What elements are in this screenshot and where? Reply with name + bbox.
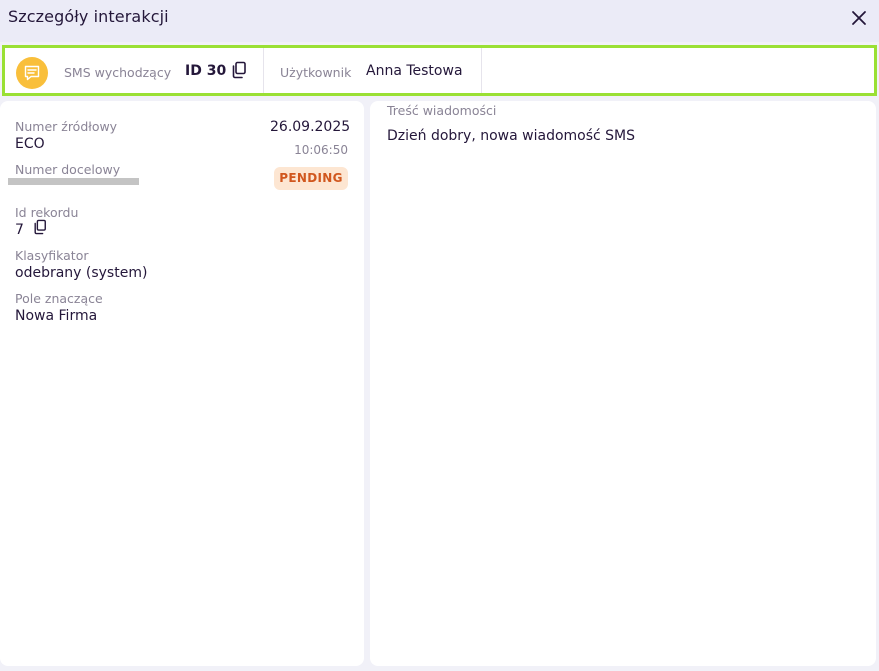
- details-panel: Numer źródłowy ECO Numer docelowy 26.09.…: [0, 101, 364, 666]
- record-id-value: 7: [15, 222, 24, 238]
- record-id-label: Id rekordu: [15, 205, 79, 220]
- target-number-redacted: [8, 178, 139, 185]
- significant-field-label: Pole znaczące: [15, 291, 103, 306]
- separator: [481, 48, 482, 93]
- source-number-value: ECO: [15, 136, 45, 152]
- classifier-label: Klasyfikator: [15, 248, 89, 263]
- message-panel: Treść wiadomości Dzień dobry, nowa wiado…: [370, 101, 876, 666]
- interaction-summary-bar: SMS wychodzący ID 30 Użytkownik Anna Tes…: [2, 45, 877, 96]
- target-number-label: Numer docelowy: [15, 162, 121, 177]
- message-content-label: Treść wiadomości: [387, 103, 497, 118]
- sms-type-badge: [16, 57, 48, 89]
- interaction-id: ID 30: [185, 63, 227, 79]
- user-label: Użytkownik: [280, 65, 352, 80]
- interaction-time: 10:06:50: [294, 143, 348, 157]
- dialog-header: Szczegóły interakcji: [0, 0, 879, 42]
- separator: [263, 48, 264, 93]
- copy-icon: [34, 219, 46, 235]
- copy-icon: [232, 61, 246, 79]
- message-body: Dzień dobry, nowa wiadomość SMS: [387, 128, 636, 144]
- classifier-value: odebrany (system): [15, 265, 148, 281]
- copy-id-button[interactable]: [231, 61, 247, 79]
- interaction-date: 26.09.2025: [270, 119, 351, 135]
- close-icon: [852, 11, 866, 25]
- significant-field-value: Nowa Firma: [15, 308, 98, 324]
- sms-icon: [24, 65, 40, 81]
- dialog-title: Szczegóły interakcji: [8, 7, 169, 26]
- copy-record-id-button[interactable]: [33, 219, 47, 235]
- status-badge: PENDING: [274, 167, 348, 190]
- user-value: Anna Testowa: [366, 63, 463, 79]
- source-number-label: Numer źródłowy: [15, 119, 118, 134]
- interaction-type-label: SMS wychodzący: [64, 65, 172, 80]
- close-button[interactable]: [848, 7, 870, 29]
